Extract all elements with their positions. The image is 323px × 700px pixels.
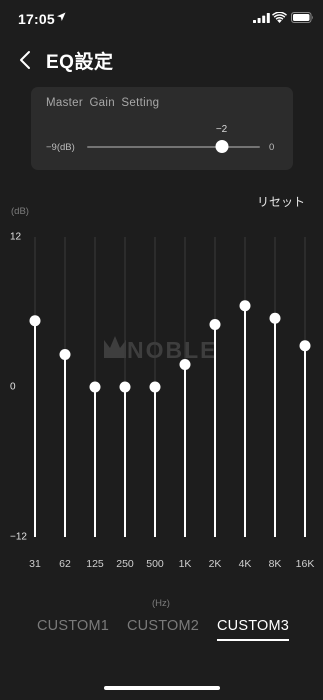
x-axis-unit: (Hz) <box>152 598 170 609</box>
back-chevron-icon[interactable] <box>16 49 36 71</box>
preset-tabs: CUSTOM1 CUSTOM2 CUSTOM3 <box>0 618 323 644</box>
band-knob-500[interactable] <box>149 381 161 393</box>
location-arrow-icon <box>57 12 66 21</box>
preset-tab-custom1[interactable]: CUSTOM1 <box>37 618 109 634</box>
x-tick-8K: 8K <box>268 558 282 570</box>
x-tick-250: 250 <box>116 558 134 570</box>
active-tab-underline <box>216 639 290 641</box>
x-tick-500: 500 <box>146 558 164 570</box>
status-bar: 17:05 <box>0 0 323 40</box>
master-gain-slider-thumb[interactable] <box>215 140 229 153</box>
x-tick-31: 31 <box>29 558 41 570</box>
battery-icon <box>291 12 313 23</box>
x-tick-16K: 16K <box>295 558 315 570</box>
master-gain-value: −2 <box>215 124 228 135</box>
band-knob-2K[interactable] <box>209 319 221 330</box>
master-gain-max-label: 0 <box>269 142 275 153</box>
master-gain-card: Master Gain Setting −2 −9(dB) 0 <box>31 87 293 170</box>
preset-tab-label: CUSTOM3 <box>216 618 290 634</box>
y-axis-unit: (dB) <box>11 206 29 217</box>
eq-chart: NOBLE <box>0 230 323 550</box>
x-tick-1K: 1K <box>178 558 192 570</box>
band-knob-8K[interactable] <box>269 312 281 324</box>
band-knob-31[interactable] <box>29 315 41 327</box>
preset-tab-label: CUSTOM1 <box>36 618 110 634</box>
preset-tab-label: CUSTOM2 <box>126 618 200 634</box>
preset-tab-custom2[interactable]: CUSTOM2 <box>127 618 199 634</box>
watermark-text: NOBLE <box>127 337 218 363</box>
band-knob-1K[interactable] <box>179 359 191 370</box>
master-gain-min-label: −9(dB) <box>46 142 75 153</box>
eq-chart-svg: NOBLE <box>29 237 311 537</box>
noble-watermark: NOBLE <box>104 336 218 363</box>
cellular-signal-icon <box>253 13 270 23</box>
preset-tab-custom3[interactable]: CUSTOM3 <box>216 618 290 641</box>
band-knob-16K[interactable] <box>299 340 311 352</box>
status-time: 17:05 <box>18 11 55 27</box>
page-title: EQ設定 <box>46 52 114 73</box>
band-knob-4K[interactable] <box>239 300 251 312</box>
band-knob-62[interactable] <box>59 349 71 360</box>
band-knob-125[interactable] <box>89 381 101 393</box>
x-tick-4K: 4K <box>238 558 252 570</box>
reset-button[interactable]: リセット <box>257 193 305 210</box>
wifi-icon <box>272 12 287 23</box>
home-indicator <box>104 686 220 690</box>
master-gain-title: Master Gain Setting <box>46 97 160 109</box>
band-knob-250[interactable] <box>119 381 131 393</box>
x-tick-62: 62 <box>59 558 71 570</box>
x-tick-2K: 2K <box>208 558 222 570</box>
x-tick-125: 125 <box>86 558 104 570</box>
master-gain-slider-track[interactable] <box>87 146 260 148</box>
